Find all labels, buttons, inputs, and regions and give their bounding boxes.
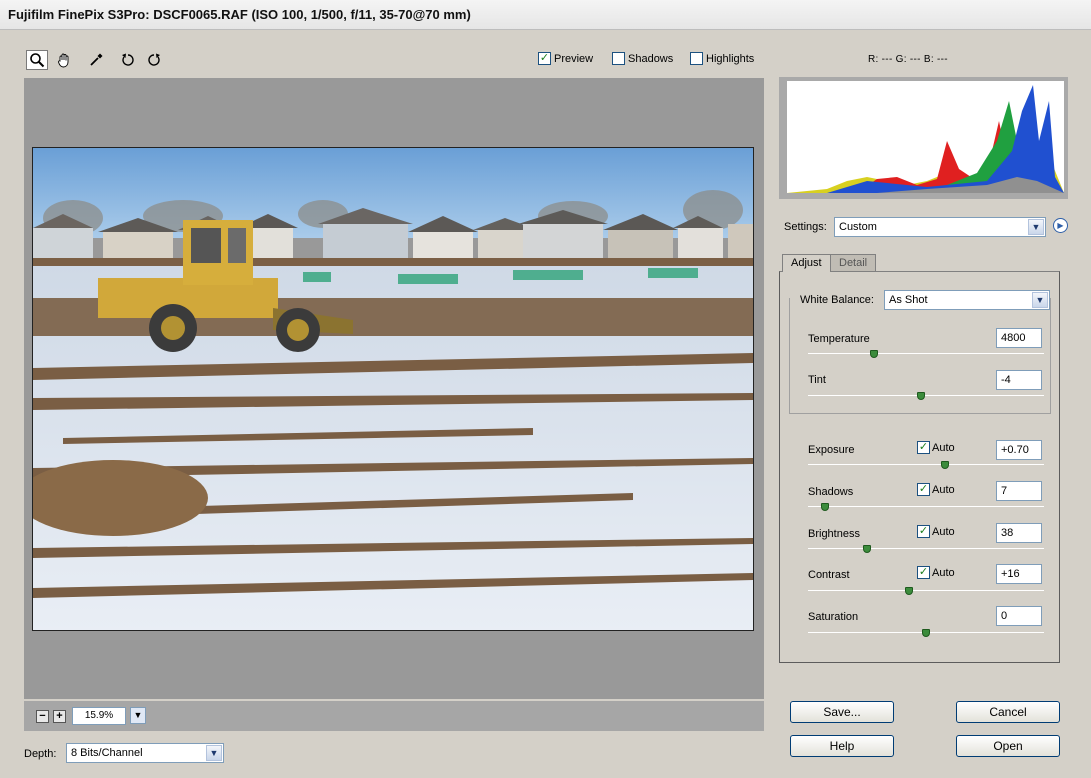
preview-check-box[interactable]: ✓: [538, 52, 551, 65]
brightness-auto-label: Auto: [932, 525, 955, 538]
exposure-auto-label: Auto: [932, 441, 955, 454]
tint-slider-thumb[interactable]: [917, 392, 926, 400]
temperature-label: Temperature: [808, 333, 870, 345]
zoom-icon[interactable]: [26, 50, 48, 70]
eyedropper-icon[interactable]: [85, 50, 107, 70]
contrast-auto-checkbox[interactable]: ✓ Auto: [917, 566, 955, 579]
zoom-out-button[interactable]: −: [36, 710, 49, 723]
shadows-slider-thumb[interactable]: [820, 503, 829, 511]
exposure-auto-checkbox[interactable]: ✓ Auto: [917, 441, 955, 454]
shadows-label: Shadows: [628, 52, 674, 65]
chevron-down-icon[interactable]: ▼: [1028, 219, 1044, 235]
contrast-label: Contrast: [808, 569, 850, 581]
tint-input[interactable]: -4: [996, 370, 1042, 390]
hand-icon[interactable]: [53, 50, 75, 70]
brightness-slider-thumb[interactable]: [863, 545, 871, 553]
zoom-in-button[interactable]: +: [53, 710, 66, 723]
exposure-slider-track[interactable]: [808, 464, 1044, 465]
contrast-input[interactable]: +16: [996, 564, 1042, 584]
open-button[interactable]: Open: [956, 735, 1060, 757]
tint-label: Tint: [808, 374, 826, 386]
white-balance-select[interactable]: As Shot ▼: [884, 290, 1050, 310]
cancel-button[interactable]: Cancel: [956, 701, 1060, 723]
exposure-label: Exposure: [808, 444, 855, 456]
shadows-slider-track[interactable]: [808, 506, 1044, 507]
window-title: Fujifilm FinePix S3Pro: DSCF0065.RAF (IS…: [0, 0, 1091, 30]
temperature-input[interactable]: 4800: [996, 328, 1042, 348]
tab-adjust[interactable]: Adjust: [782, 254, 831, 272]
shadows-check-box[interactable]: [612, 52, 625, 65]
temperature-slider-track[interactable]: [808, 353, 1044, 354]
rotate-right-icon[interactable]: [143, 50, 165, 70]
tint-slider-track[interactable]: [808, 395, 1044, 396]
temperature-slider-thumb[interactable]: [870, 350, 879, 358]
highlights-check-box[interactable]: [690, 52, 703, 65]
brightness-auto-checkbox[interactable]: ✓ Auto: [917, 525, 955, 538]
saturation-input[interactable]: 0: [996, 606, 1042, 626]
white-balance-value: As Shot: [889, 294, 928, 306]
shadows-slider-label: Shadows: [808, 486, 854, 498]
brightness-auto-box[interactable]: ✓: [917, 525, 930, 538]
preview-label: Preview: [554, 52, 594, 65]
settings-menu-icon[interactable]: ▶: [1053, 218, 1068, 233]
brightness-label: Brightness: [808, 528, 860, 540]
depth-value: 8 Bits/Channel: [71, 747, 143, 759]
brightness-slider-track[interactable]: [808, 548, 1044, 549]
contrast-slider-thumb[interactable]: [905, 587, 914, 595]
white-balance-label: White Balance:: [800, 294, 874, 306]
zoom-dropdown-button[interactable]: ▼: [130, 707, 146, 724]
shadows-input[interactable]: 7: [996, 481, 1042, 501]
highlights-label: Highlights: [706, 52, 755, 65]
depth-select[interactable]: 8 Bits/Channel ▼: [66, 743, 224, 763]
contrast-slider-track[interactable]: [808, 590, 1044, 591]
exposure-slider-thumb[interactable]: [940, 461, 949, 469]
help-button[interactable]: Help: [790, 735, 894, 757]
preview-checkbox[interactable]: ✓ Preview: [538, 52, 593, 65]
rgb-readout: R: --- G: --- B: ---: [868, 54, 948, 65]
settings-label: Settings:: [784, 221, 827, 233]
exposure-input[interactable]: +0.70: [996, 440, 1042, 460]
chevron-down-icon[interactable]: ▼: [206, 745, 222, 761]
saturation-label: Saturation: [808, 611, 859, 623]
brightness-input[interactable]: 38: [996, 523, 1042, 543]
saturation-slider-thumb[interactable]: [922, 629, 930, 637]
shadows-auto-label: Auto: [932, 483, 955, 496]
tab-detail[interactable]: Detail: [830, 254, 877, 272]
highlights-checkbox[interactable]: Highlights: [690, 52, 754, 65]
zoom-level-field[interactable]: 15.9%: [72, 707, 126, 725]
save-button[interactable]: Save...: [790, 701, 894, 723]
histogram: [787, 81, 1064, 193]
settings-select[interactable]: Custom ▼: [834, 217, 1046, 237]
preview-image[interactable]: [32, 147, 754, 631]
chevron-down-icon[interactable]: ▼: [1032, 292, 1048, 308]
shadows-checkbox[interactable]: Shadows: [612, 52, 673, 65]
depth-label: Depth:: [24, 748, 57, 760]
settings-value: Custom: [839, 221, 877, 233]
contrast-auto-label: Auto: [932, 566, 955, 579]
shadows-auto-checkbox[interactable]: ✓ Auto: [917, 483, 955, 496]
rotate-left-icon[interactable]: [117, 50, 139, 70]
shadows-auto-box[interactable]: ✓: [917, 483, 930, 496]
contrast-auto-box[interactable]: ✓: [917, 566, 930, 579]
exposure-auto-box[interactable]: ✓: [917, 441, 930, 454]
